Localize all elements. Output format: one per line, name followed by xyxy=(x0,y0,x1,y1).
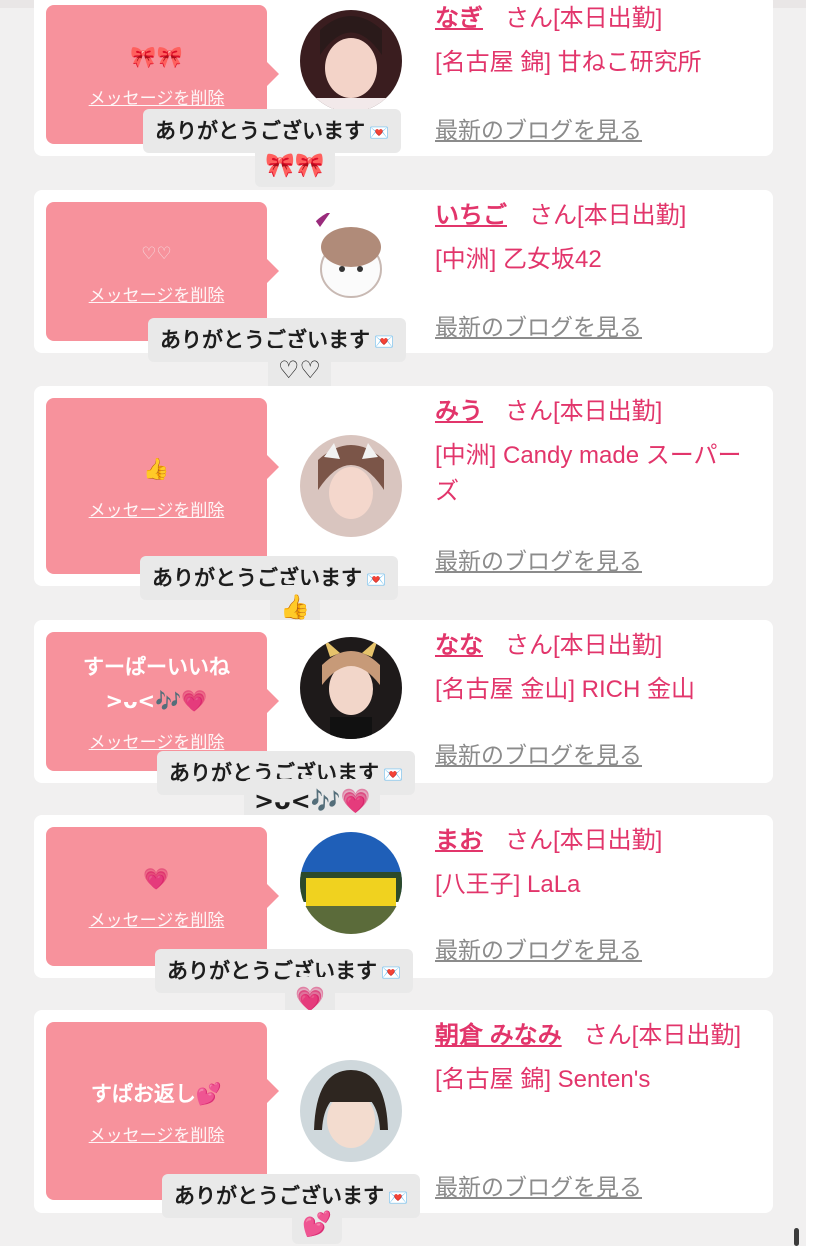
cast-info: いちご さん[本日出勤] [中洲] 乙女坂42 xyxy=(435,190,755,278)
shop-name: [中洲] 乙女坂42 xyxy=(435,246,602,273)
thanks-toast: ありがとうございます 💌 xyxy=(155,949,413,993)
message-text: 👍 xyxy=(143,456,170,481)
cast-info: 朝倉 みなみ さん[本日出勤] [名古屋 錦] Senten's xyxy=(435,1010,755,1098)
avatar[interactable] xyxy=(300,10,402,112)
thanks-toast: ありがとうございます 💌 xyxy=(162,1174,420,1218)
cast-info: みう さん[本日出勤] [中洲] Candy made スーパーズ xyxy=(435,386,755,510)
delete-message-link[interactable]: メッセージを削除 xyxy=(89,1121,225,1146)
shop-name: [名古屋 錦] 甘ねこ研究所 xyxy=(435,49,702,76)
message-bubble: 💗 メッセージを削除 xyxy=(46,827,279,966)
toast-text: ありがとうございます xyxy=(155,119,365,143)
delete-message-link[interactable]: メッセージを削除 xyxy=(89,906,225,931)
toast-text: ありがとうございます xyxy=(160,328,370,352)
scrollbar-thumb[interactable] xyxy=(794,1228,799,1246)
reply-stamp: 💕 xyxy=(292,1204,342,1244)
cast-name-link[interactable]: いちご xyxy=(435,202,507,229)
cast-info: なぎ さん[本日出勤] [名古屋 錦] 甘ねこ研究所 xyxy=(435,0,755,81)
shop-name: [名古屋 金山] RICH 金山 xyxy=(435,676,696,703)
delete-message-link[interactable]: メッセージを削除 xyxy=(89,84,225,109)
latest-blog-link[interactable]: 最新のブログを見る xyxy=(435,736,642,770)
avatar[interactable] xyxy=(300,637,402,739)
toast-text: ありがとうございます xyxy=(167,959,377,983)
message-text: ♡♡ xyxy=(141,244,172,264)
cast-name-link[interactable]: みう xyxy=(435,398,483,425)
thanks-toast: ありがとうございます 💌 xyxy=(140,556,398,600)
message-text: すーぱーいいね >ᴗ<🎶💗 xyxy=(83,655,230,713)
honorific-status: さん[本日出勤] xyxy=(505,398,663,425)
latest-blog-link[interactable]: 最新のブログを見る xyxy=(435,111,642,145)
shop-name: [八王子] LaLa xyxy=(435,871,581,898)
love-letter-icon: 💌 xyxy=(381,963,401,982)
cast-name-link[interactable]: なな xyxy=(435,632,483,659)
delete-message-link[interactable]: メッセージを削除 xyxy=(89,496,225,521)
delete-message-link[interactable]: メッセージを削除 xyxy=(89,281,225,306)
latest-blog-link[interactable]: 最新のブログを見る xyxy=(435,931,642,965)
avatar[interactable] xyxy=(300,207,402,309)
reply-stamp: 🎀🎀 xyxy=(255,143,335,187)
love-letter-icon: 💌 xyxy=(369,123,389,142)
honorific-status: さん[本日出勤] xyxy=(505,827,663,854)
love-letter-icon: 💌 xyxy=(388,1188,408,1207)
honorific-status: さん[本日出勤] xyxy=(529,202,687,229)
cast-info: まお さん[本日出勤] [八王子] LaLa xyxy=(435,815,755,903)
cast-info: なな さん[本日出勤] [名古屋 金山] RICH 金山 xyxy=(435,620,755,708)
latest-blog-link[interactable]: 最新のブログを見る xyxy=(435,308,642,342)
love-letter-icon: 💌 xyxy=(366,570,386,589)
cast-name-link[interactable]: なぎ xyxy=(435,5,483,32)
shop-name: [中洲] Candy made スーパーズ xyxy=(435,442,742,505)
message-text: 🎀🎀 xyxy=(130,45,183,69)
honorific-status: さん[本日出勤] xyxy=(583,1022,742,1049)
avatar[interactable] xyxy=(300,435,402,537)
message-bubble: 👍 メッセージを削除 xyxy=(46,398,279,574)
message-text: すぱお返し💕 xyxy=(90,1081,223,1106)
avatar[interactable] xyxy=(300,832,402,934)
delete-message-link[interactable]: メッセージを削除 xyxy=(89,728,225,753)
message-text: 💗 xyxy=(143,867,170,891)
avatar[interactable] xyxy=(300,1060,402,1162)
honorific-status: さん[本日出勤] xyxy=(505,5,663,32)
toast-text: ありがとうございます xyxy=(174,1184,384,1208)
cast-name-link[interactable]: まお xyxy=(435,827,483,854)
honorific-status: さん[本日出勤] xyxy=(505,632,663,659)
toast-text: ありがとうございます xyxy=(152,566,362,590)
latest-blog-link[interactable]: 最新のブログを見る xyxy=(435,1168,642,1202)
cast-name-link[interactable]: 朝倉 みなみ xyxy=(435,1022,562,1049)
shop-name: [名古屋 錦] Senten's xyxy=(435,1066,651,1093)
right-margin xyxy=(806,0,840,1246)
love-letter-icon: 💌 xyxy=(383,765,403,784)
love-letter-icon: 💌 xyxy=(374,332,394,351)
latest-blog-link[interactable]: 最新のブログを見る xyxy=(435,542,642,576)
